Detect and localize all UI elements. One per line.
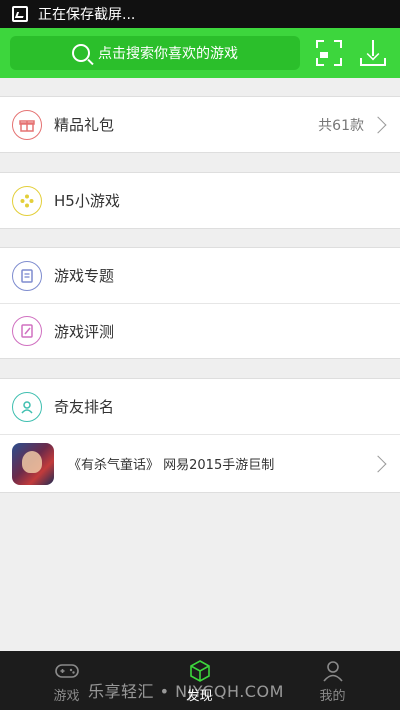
- h5-game-icon: [12, 185, 42, 216]
- user-rank-icon: [12, 391, 42, 422]
- gift-icon: [12, 109, 42, 140]
- h5-row[interactable]: H5小游戏: [0, 173, 400, 228]
- rank-label: 奇友排名: [54, 398, 115, 416]
- gift-label: 精品礼包: [54, 116, 115, 134]
- rank-section: 奇友排名 《有杀气童话》 网易2015手游巨制: [0, 378, 400, 493]
- tab-mine[interactable]: 我的: [266, 651, 399, 710]
- tab-discover[interactable]: 发现: [133, 651, 266, 710]
- promo-game-text: 《有杀气童话》 网易2015手游巨制: [68, 458, 275, 473]
- download-icon[interactable]: [360, 40, 386, 66]
- search-icon: [72, 44, 90, 62]
- bottom-nav: 游戏 发现 我的: [0, 651, 400, 710]
- user-icon: [322, 661, 343, 682]
- tab-mine-label: 我的: [319, 689, 346, 704]
- topic-row[interactable]: 游戏专题: [0, 248, 400, 303]
- tab-discover-label: 发现: [186, 689, 213, 704]
- search-placeholder: 点击搜索你喜欢的游戏: [98, 46, 238, 62]
- game-thumbnail: [12, 442, 54, 485]
- review-label: 游戏评测: [54, 322, 115, 341]
- status-text: 正在保存截屏...: [38, 7, 136, 23]
- gift-row[interactable]: 精品礼包 共61款: [0, 97, 400, 152]
- gift-count: 共61款: [318, 117, 364, 134]
- chevron-right-icon: [369, 116, 387, 133]
- h5-section: H5小游戏: [0, 172, 400, 229]
- screenshot-icon: [12, 6, 28, 22]
- tab-games-label: 游戏: [53, 689, 80, 704]
- rank-row[interactable]: 奇友排名: [0, 379, 400, 434]
- topic-review-section: 游戏专题 游戏评测: [0, 247, 400, 359]
- status-bar: 正在保存截屏...: [0, 0, 400, 28]
- search-bar[interactable]: 点击搜索你喜欢的游戏: [10, 36, 300, 70]
- scan-icon[interactable]: [316, 40, 342, 66]
- review-row[interactable]: 游戏评测: [0, 303, 400, 358]
- chevron-right-icon: [369, 455, 387, 472]
- review-icon: [12, 316, 42, 346]
- discover-cube-icon: [189, 660, 210, 682]
- topic-icon: [12, 260, 42, 291]
- top-bar: 点击搜索你喜欢的游戏: [0, 28, 400, 78]
- gamepad-icon: [54, 664, 79, 678]
- tab-games[interactable]: 游戏: [0, 651, 133, 710]
- promo-game-row[interactable]: 《有杀气童话》 网易2015手游巨制: [0, 434, 400, 492]
- topic-label: 游戏专题: [54, 267, 115, 285]
- gift-section: 精品礼包 共61款: [0, 96, 400, 153]
- h5-label: H5小游戏: [54, 192, 120, 210]
